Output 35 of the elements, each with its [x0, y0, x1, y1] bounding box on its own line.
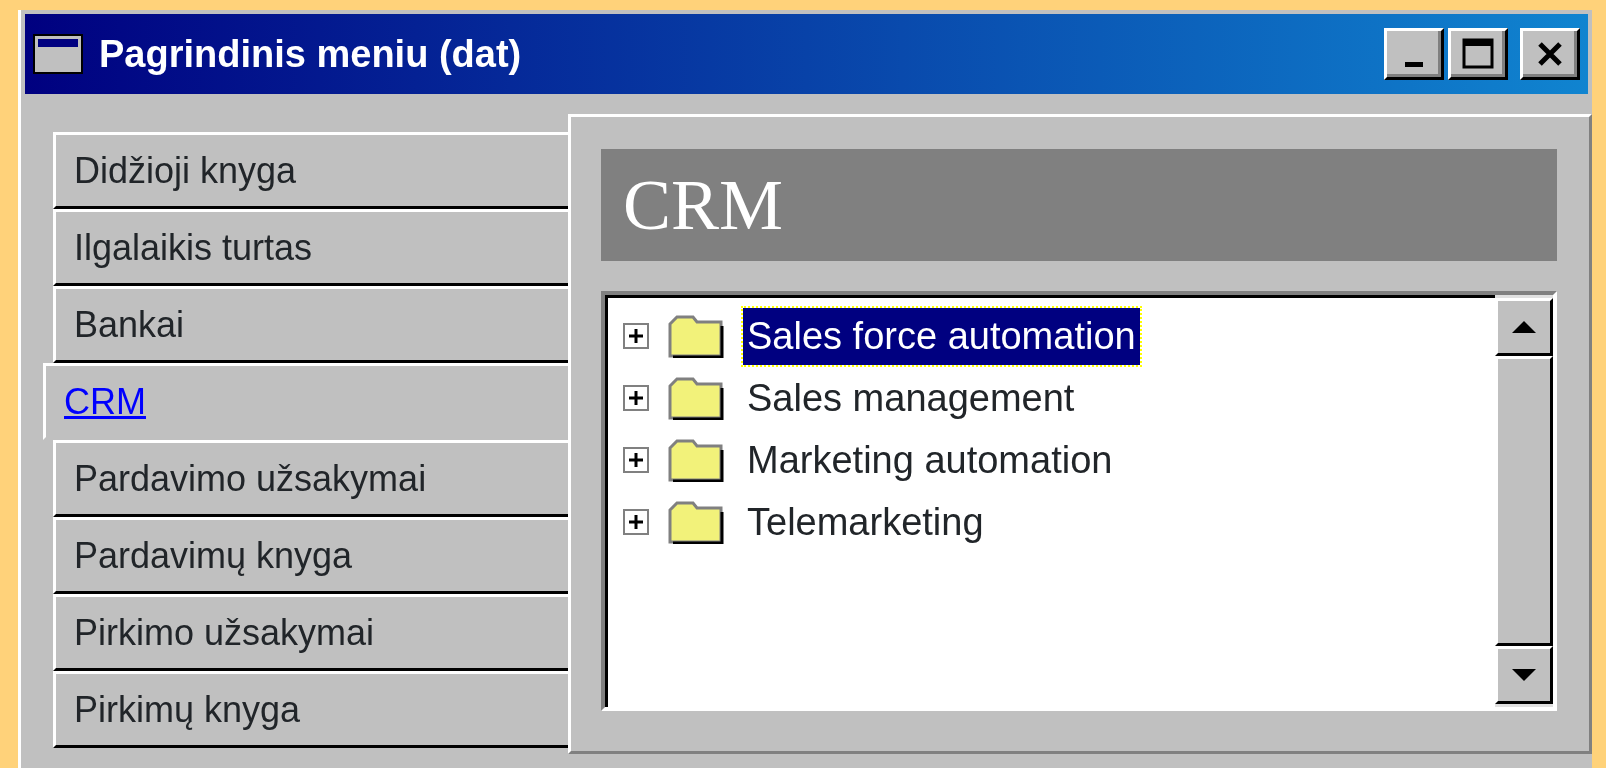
window-icon: [33, 34, 83, 74]
folder-icon: [667, 314, 725, 358]
expand-icon[interactable]: [623, 323, 649, 349]
maximize-icon: [1461, 37, 1495, 71]
tree-item[interactable]: Telemarketing: [743, 493, 988, 551]
scrollbar[interactable]: [1495, 295, 1553, 707]
tab[interactable]: Bankai: [53, 286, 568, 363]
tab[interactable]: CRM: [43, 363, 568, 440]
tab[interactable]: Didžioji knyga: [53, 132, 568, 209]
minimize-button[interactable]: [1384, 28, 1444, 80]
expand-icon[interactable]: [623, 385, 649, 411]
expand-icon[interactable]: [623, 509, 649, 535]
folder-icon: [667, 438, 725, 482]
minimize-icon: [1405, 61, 1423, 67]
window-title: Pagrindinis meniu (dat): [99, 31, 523, 77]
expand-icon[interactable]: [623, 447, 649, 473]
tab[interactable]: Pirkimų knyga: [53, 671, 568, 748]
tab[interactable]: Ilgalaikis turtas: [53, 209, 568, 286]
folder-icon: [667, 376, 725, 420]
scroll-down-button[interactable]: [1495, 646, 1553, 704]
scroll-thumb[interactable]: [1495, 356, 1553, 646]
tree-view[interactable]: Sales force automation Sales management Marketing automation Telemarketing: [601, 291, 1557, 711]
tab[interactable]: Pirkimo užsakymai: [53, 594, 568, 671]
maximize-button[interactable]: [1448, 28, 1508, 80]
folder-icon: [667, 500, 725, 544]
tree-item[interactable]: Sales force automation: [743, 307, 1140, 365]
close-button[interactable]: [1520, 28, 1580, 80]
tree-item[interactable]: Marketing automation: [743, 431, 1117, 489]
down-arrow-icon: [1511, 668, 1537, 682]
tab[interactable]: Pardavimų knyga: [53, 517, 568, 594]
tree-item[interactable]: Sales management: [743, 369, 1079, 427]
scroll-up-button[interactable]: [1495, 298, 1553, 356]
tab[interactable]: Pardavimo užsakymai: [53, 440, 568, 517]
up-arrow-icon: [1511, 320, 1537, 334]
panel-heading: CRM: [601, 149, 1557, 261]
